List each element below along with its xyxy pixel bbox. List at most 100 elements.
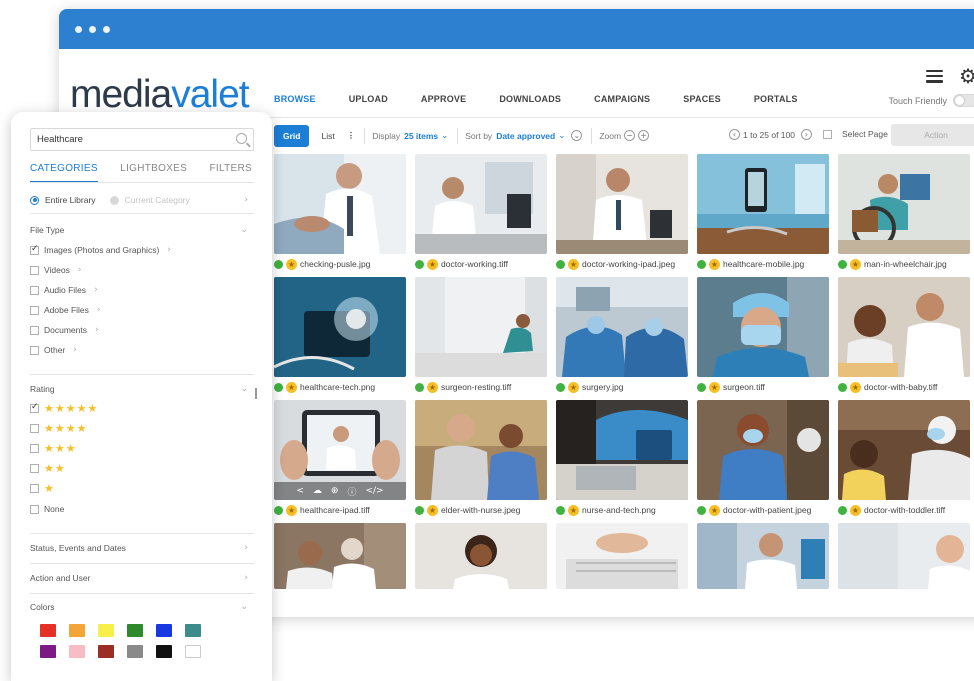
nav-upload[interactable]: UPLOAD	[349, 94, 388, 108]
checkbox[interactable]	[30, 484, 39, 493]
color-swatch[interactable]	[127, 645, 143, 658]
color-swatch[interactable]	[156, 624, 172, 637]
asset-card[interactable]: ★ doctor-with-baby.tiff	[838, 277, 970, 400]
asset-filename[interactable]: surgeon.tiff	[723, 382, 765, 392]
tab-categories[interactable]: CATEGORIES	[30, 163, 98, 183]
asset-thumbnail[interactable]	[838, 277, 970, 377]
nav-approve[interactable]: APPROVE	[421, 94, 466, 108]
share-icon[interactable]: <	[296, 486, 304, 496]
color-swatch[interactable]	[69, 624, 85, 637]
asset-filename[interactable]: surgeon-resting.tiff	[441, 382, 511, 392]
status-events-header[interactable]: Status, Events and Dates ›	[30, 543, 254, 553]
color-swatch[interactable]	[40, 645, 56, 658]
search-icon[interactable]	[236, 133, 247, 144]
asset-card[interactable]	[415, 523, 547, 617]
asset-thumbnail[interactable]	[274, 154, 406, 254]
sort-direction-icon[interactable]: ⌄	[571, 130, 583, 141]
action-user-header[interactable]: Action and User ›	[30, 573, 254, 583]
asset-thumbnail[interactable]	[415, 154, 547, 254]
asset-thumbnail[interactable]	[274, 523, 406, 589]
asset-card[interactable]: ★ doctor-working-ipad.jpeg	[556, 154, 688, 277]
chevron-down-icon[interactable]: ⌄	[240, 602, 248, 612]
asset-card[interactable]: ★ healthcare-tech.png	[274, 277, 406, 400]
asset-thumbnail[interactable]	[556, 154, 688, 254]
asset-card[interactable]	[274, 523, 406, 617]
checkbox[interactable]	[30, 285, 39, 295]
asset-filename[interactable]: surgery.jpg	[582, 382, 623, 392]
rating-header[interactable]: Rating ⌄	[30, 384, 254, 394]
grid-view-button[interactable]: Grid	[274, 124, 310, 147]
embed-icon[interactable]: </>	[365, 486, 383, 496]
sort-select[interactable]: Date approved	[496, 131, 555, 141]
asset-card[interactable]: ★ surgeon-resting.tiff	[415, 277, 547, 400]
file-type-item[interactable]: Adobe Files ›	[30, 305, 254, 315]
file-type-header[interactable]: File Type ⌄	[30, 225, 254, 235]
asset-thumbnail[interactable]	[697, 523, 829, 589]
zoom-out-icon[interactable]: −	[624, 130, 636, 141]
color-swatch[interactable]	[69, 645, 85, 658]
rating-option[interactable]: ★★★	[30, 442, 254, 455]
checkbox[interactable]	[30, 345, 39, 355]
asset-thumbnail[interactable]	[838, 523, 970, 589]
checkbox[interactable]	[30, 265, 39, 275]
asset-card[interactable]: ★ healthcare-mobile.jpg	[697, 154, 829, 277]
asset-thumbnail[interactable]	[697, 154, 829, 254]
color-swatch[interactable]	[185, 645, 201, 658]
rating-option[interactable]: ★★★★	[30, 422, 254, 435]
colors-header[interactable]: Colors ⌄	[30, 602, 254, 612]
color-swatch[interactable]	[40, 624, 56, 637]
prev-page-icon[interactable]: ‹	[729, 129, 740, 140]
asset-thumbnail[interactable]	[556, 523, 688, 589]
asset-thumbnail[interactable]	[556, 277, 688, 377]
chevron-right-icon[interactable]: ›	[73, 345, 77, 355]
asset-filename[interactable]: doctor-with-baby.tiff	[864, 382, 937, 392]
chevron-down-icon[interactable]: ⌄	[441, 130, 448, 141]
asset-filename[interactable]: doctor-working-ipad.jpeg	[582, 259, 675, 269]
asset-filename[interactable]: healthcare-mobile.jpg	[723, 259, 804, 269]
add-icon[interactable]: ⊕	[331, 486, 339, 496]
asset-card[interactable]: ★ doctor-with-toddler.tiff	[838, 400, 970, 523]
asset-card[interactable]: ★ doctor-with-patient.jpeg	[697, 400, 829, 523]
zoom-in-icon[interactable]: +	[638, 130, 650, 141]
color-swatch[interactable]	[98, 645, 114, 658]
entire-library-radio[interactable]	[30, 195, 39, 205]
list-view-button[interactable]: List	[321, 131, 334, 141]
color-swatch[interactable]	[185, 624, 201, 637]
file-type-item[interactable]: Audio Files ›	[30, 285, 254, 295]
select-page-checkbox[interactable]	[823, 129, 832, 139]
asset-card[interactable]: ★ nurse-and-tech.png	[556, 400, 688, 523]
asset-card[interactable]	[697, 523, 829, 617]
rating-option[interactable]: ★★	[30, 462, 254, 475]
chevron-right-icon[interactable]: ›	[244, 543, 248, 553]
asset-filename[interactable]: healthcare-ipad.tiff	[300, 505, 370, 515]
chevron-right-icon[interactable]: ›	[95, 325, 99, 335]
file-type-item[interactable]: Images (Photos and Graphics) ›	[30, 244, 254, 255]
checkbox[interactable]	[30, 325, 39, 335]
checkbox[interactable]	[30, 504, 39, 514]
file-type-item[interactable]: Other ›	[30, 345, 254, 355]
nav-downloads[interactable]: DOWNLOADS	[499, 94, 561, 108]
action-button[interactable]: Action	[891, 124, 974, 146]
chevron-down-icon[interactable]: ⌄	[240, 384, 248, 394]
current-category-radio[interactable]	[109, 195, 119, 205]
checkbox[interactable]	[30, 244, 39, 255]
color-swatch[interactable]	[156, 645, 172, 658]
checkbox[interactable]	[30, 464, 39, 473]
window-dot-icon[interactable]	[75, 25, 82, 33]
asset-filename[interactable]: doctor-working.tiff	[441, 259, 508, 269]
asset-card[interactable]: ★ checking-pusle.jpg	[274, 154, 406, 277]
chevron-right-icon[interactable]: ›	[97, 305, 101, 315]
chevron-right-icon[interactable]: ›	[94, 285, 98, 295]
chevron-right-icon[interactable]: ›	[244, 195, 248, 205]
touch-friendly-toggle[interactable]	[953, 94, 974, 107]
asset-card[interactable]: ★ man-in-wheelchair.jpg	[838, 154, 970, 277]
asset-thumbnail[interactable]	[415, 400, 547, 500]
asset-card[interactable]: < ☁ ⊕ ⓘ </> ★ healthcare-ipad.tiff	[274, 400, 406, 523]
asset-thumbnail[interactable]	[415, 277, 547, 377]
tab-lightboxes[interactable]: LIGHTBOXES	[120, 163, 187, 183]
asset-card[interactable]: ★ elder-with-nurse.jpeg	[415, 400, 547, 523]
asset-card[interactable]: ★ surgeon.tiff	[697, 277, 829, 400]
nav-browse[interactable]: BROWSE	[274, 94, 316, 108]
entire-library-label[interactable]: Entire Library	[45, 195, 96, 205]
checkbox[interactable]	[30, 305, 39, 315]
